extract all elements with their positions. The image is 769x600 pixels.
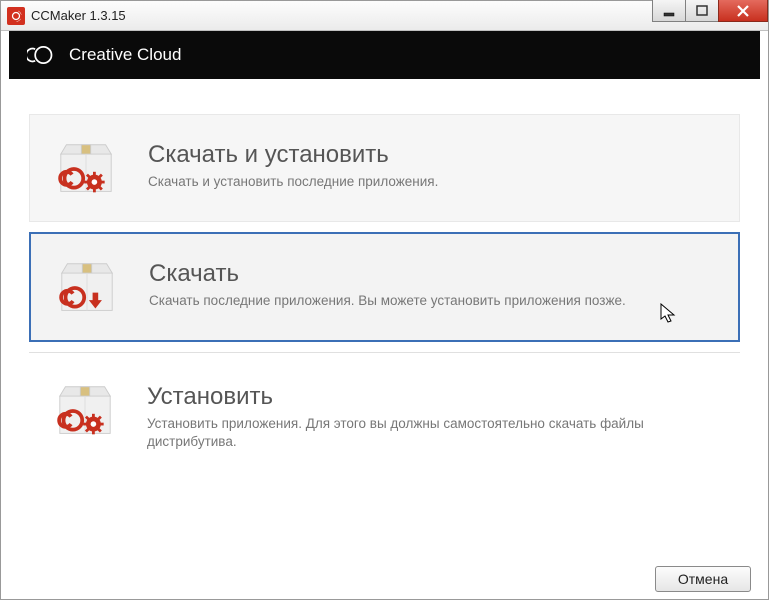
option-desc: Скачать последние приложения. Вы можете … (149, 292, 716, 310)
maximize-button[interactable] (685, 0, 719, 22)
box-download-icon (53, 260, 121, 316)
close-icon (736, 4, 750, 18)
app-icon (7, 7, 25, 25)
option-download[interactable]: Скачать Скачать последние приложения. Вы… (29, 232, 740, 342)
creative-cloud-icon (27, 41, 55, 69)
box-settings-icon (51, 383, 119, 439)
close-button[interactable] (718, 0, 768, 22)
header-title: Creative Cloud (69, 45, 181, 65)
option-install[interactable]: Установить Установить приложения. Для эт… (29, 352, 740, 475)
option-text: Установить Установить приложения. Для эт… (147, 381, 718, 451)
box-gear-icon (52, 141, 120, 197)
option-download-install[interactable]: Скачать и установить Скачать и установит… (29, 114, 740, 222)
window-title: CCMaker 1.3.15 (31, 8, 126, 23)
option-desc: Скачать и установить последние приложени… (148, 173, 717, 191)
main-content: Скачать и установить Скачать и установит… (1, 79, 768, 485)
window-controls (653, 0, 768, 22)
cancel-button[interactable]: Отмена (655, 566, 751, 592)
footer: Отмена (655, 566, 751, 592)
maximize-icon (696, 5, 708, 17)
option-text: Скачать и установить Скачать и установит… (148, 139, 717, 191)
option-title: Скачать и установить (148, 141, 717, 169)
option-title: Установить (147, 383, 718, 411)
minimize-button[interactable] (652, 0, 686, 22)
option-text: Скачать Скачать последние приложения. Вы… (149, 258, 716, 310)
option-title: Скачать (149, 260, 716, 288)
minimize-icon (663, 5, 675, 17)
app-header: Creative Cloud (9, 31, 760, 79)
option-desc: Установить приложения. Для этого вы долж… (147, 415, 718, 451)
window-titlebar: CCMaker 1.3.15 (1, 1, 768, 31)
